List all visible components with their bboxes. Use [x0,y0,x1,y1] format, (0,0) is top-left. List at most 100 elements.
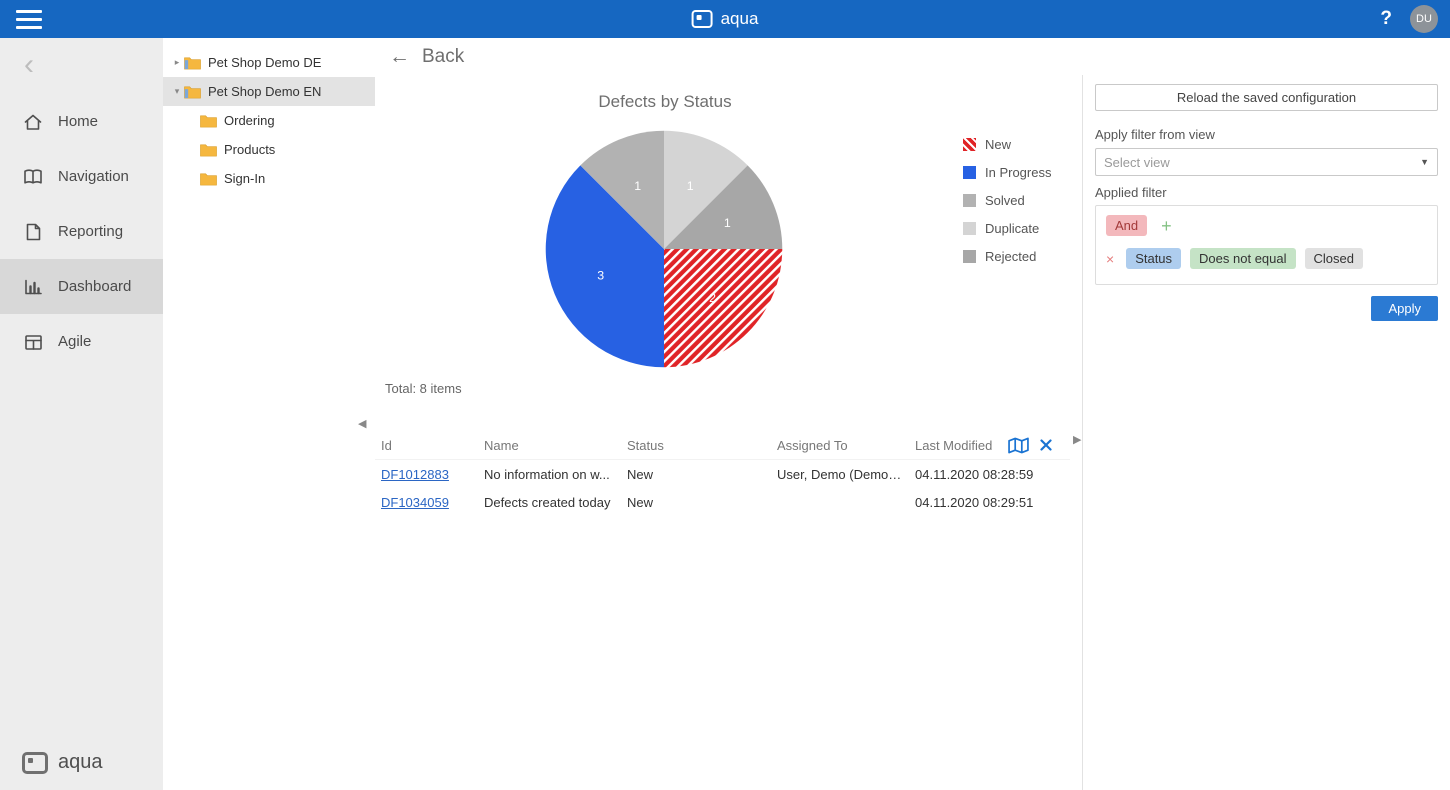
footer-brand-name: aqua [58,751,103,774]
tree-item-label: Products [224,142,275,157]
bar-chart-icon [22,276,44,298]
panel-collapse-left-icon[interactable]: ◀ [358,417,366,430]
close-icon[interactable] [1040,439,1052,451]
pie-slice-value-label: 1 [634,179,641,193]
aqua-logo-icon [692,10,713,28]
column-header-id[interactable]: Id [375,438,484,453]
column-header-assigned-to[interactable]: Assigned To [777,438,915,453]
aqua-logo-icon [22,752,48,774]
back-arrow-icon: ← [389,46,410,67]
chevron-down-icon[interactable]: ▾ [170,86,184,97]
table-header-row: Id Name Status Assigned To Last Modified [375,431,1070,460]
tree-item-ordering[interactable]: Ordering [163,106,375,135]
sidebar-item-dashboard[interactable]: Dashboard [0,259,163,314]
filter-operator-chip[interactable]: Does not equal [1190,248,1295,269]
legend-label: Solved [985,193,1025,208]
defect-modified-cell: 04.11.2020 08:28:59 [915,467,1070,482]
chart-total: Total: 8 items [385,381,462,396]
applied-filter-label: Applied filter [1095,185,1438,200]
tree-item-pet-shop-demo-de[interactable]: ▸ Pet Shop Demo DE [163,48,375,77]
sidebar-item-label: Dashboard [58,278,131,295]
view-select[interactable]: Select view ▼ [1095,148,1438,176]
apply-filter-button[interactable]: Apply [1371,296,1438,321]
sidebar-item-agile[interactable]: Agile [0,314,163,369]
table-row: DF1012883 No information on w... New Use… [375,460,1070,488]
legend-label: Rejected [985,249,1036,264]
pie-chart[interactable]: 2 3 1 1 1 [540,125,788,373]
defect-assigned-cell: User, Demo (DemoU... [777,467,915,482]
folder-icon [200,114,217,128]
defect-name-cell: No information on w... [484,467,627,482]
legend-swatch-new [963,138,976,151]
brand-name: aqua [721,9,759,29]
panel-collapse-right-icon[interactable]: ▶ [1073,433,1081,446]
report-document-icon [22,221,44,243]
view-select-placeholder: Select view [1104,155,1170,170]
sidebar-nav: Home Navigation Reporting Dashboard Agil… [0,94,163,369]
sidebar-item-label: Agile [58,333,91,350]
topbar: aqua ? DU [0,0,1450,38]
defect-modified-cell: 04.11.2020 08:29:51 [915,495,1070,510]
home-icon [22,111,44,133]
legend-swatch-in-progress [963,166,976,179]
pie-slice-value-label: 1 [687,179,694,193]
apply-filter-from-view-label: Apply filter from view [1095,127,1438,142]
add-condition-icon[interactable]: + [1161,217,1172,235]
tree-item-label: Ordering [224,113,275,128]
open-in-navigation-map-icon[interactable] [1008,437,1029,454]
chart-title: Defects by Status [375,92,955,112]
back-label: Back [422,46,464,68]
legend-item-in-progress: In Progress [963,165,1051,180]
column-header-last-modified[interactable]: Last Modified [915,438,992,453]
tree-item-label: Sign-In [224,171,265,186]
filter-value-chip[interactable]: Closed [1305,248,1363,269]
sidebar-item-label: Reporting [58,223,123,240]
chevron-down-icon: ▼ [1420,157,1429,167]
main-header: ← Back [375,38,1450,76]
avatar[interactable]: DU [1410,5,1438,33]
project-folder-icon [184,85,201,99]
defect-id-link[interactable]: DF1012883 [381,467,449,482]
legend-swatch-duplicate [963,222,976,235]
tree-item-products[interactable]: Products [163,135,375,164]
table-header-actions [1008,437,1052,454]
pie-slice-value-label: 2 [709,291,716,305]
legend-label: Duplicate [985,221,1039,236]
chart-legend: New In Progress Solved Duplicate Rejecte… [963,137,1051,264]
defect-id-link[interactable]: DF1034059 [381,495,449,510]
pie-slice-value-label: 1 [724,216,731,230]
filter-group-operator-chip[interactable]: And [1106,215,1147,236]
legend-item-rejected: Rejected [963,249,1051,264]
remove-condition-icon[interactable]: × [1106,251,1114,267]
legend-swatch-rejected [963,250,976,263]
map-book-icon [22,166,44,188]
sidebar-item-navigation[interactable]: Navigation [0,149,163,204]
project-tree: ▸ Pet Shop Demo DE ▾ Pet Shop Demo EN Or… [163,38,375,790]
project-folder-icon [184,56,201,70]
legend-item-duplicate: Duplicate [963,221,1051,236]
column-header-name[interactable]: Name [484,438,627,453]
sidebar: ‹ Home Navigation Reporting Dashboard Ag… [0,38,163,790]
app-logo: aqua [692,9,759,29]
sidebar-item-label: Home [58,113,98,130]
legend-label: New [985,137,1011,152]
dashboard-widget: Defects by Status 2 3 1 1 1 New In Progress … [375,75,1082,790]
pie-slice-value-label: 3 [597,269,604,283]
sidebar-item-home[interactable]: Home [0,94,163,149]
sidebar-item-label: Navigation [58,168,129,185]
help-icon[interactable]: ? [1380,8,1392,30]
tree-item-sign-in[interactable]: Sign-In [163,164,375,193]
reload-configuration-button[interactable]: Reload the saved configuration [1095,84,1438,111]
applied-filter-box: And + × Status Does not equal Closed [1095,205,1438,285]
column-header-status[interactable]: Status [627,438,777,453]
pie-slice-new[interactable] [664,249,782,367]
back-button[interactable]: ← Back [389,46,464,68]
defect-name-cell: Defects created today [484,495,627,510]
filter-field-chip[interactable]: Status [1126,248,1181,269]
folder-icon [200,172,217,186]
chevron-right-icon[interactable]: ▸ [170,57,184,68]
sidebar-item-reporting[interactable]: Reporting [0,204,163,259]
sidebar-collapse-icon[interactable]: ‹ [24,50,44,80]
menu-icon[interactable] [16,10,42,29]
tree-item-pet-shop-demo-en[interactable]: ▾ Pet Shop Demo EN [163,77,375,106]
